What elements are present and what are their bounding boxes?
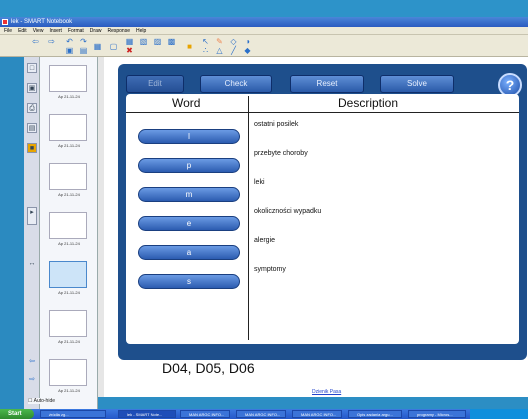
taskbar-item[interactable]: MAN ARGC INFO... — [292, 410, 342, 418]
forward-arrow-icon[interactable]: ⇨ — [46, 38, 57, 46]
select-icon[interactable]: ↖ — [200, 38, 211, 46]
thumbnail-label: Ap 21-11-24 — [58, 241, 80, 246]
taskbar-item[interactable]: MAN ARGC INFO... — [236, 410, 286, 418]
document-camera-icon[interactable]: ▨ — [152, 38, 163, 46]
capture-icon[interactable]: ▧ — [138, 38, 149, 46]
start-button[interactable]: Start — [0, 409, 34, 419]
word-pill-1[interactable]: l — [138, 129, 240, 144]
menu-insert[interactable]: Insert — [49, 27, 62, 34]
menu-help[interactable]: Help — [136, 27, 146, 34]
menu-file[interactable]: File — [4, 27, 12, 34]
activity-board: Edit Check Reset Solve ? Word Descriptio… — [118, 64, 527, 360]
page-thumbnail[interactable] — [49, 114, 87, 141]
paste-icon[interactable]: ▦ — [92, 43, 103, 51]
gallery-tab-icon[interactable]: ▣ — [27, 83, 37, 93]
shapes-icon[interactable]: △ — [214, 47, 225, 55]
desktop-left-strip — [0, 57, 24, 409]
system-tray — [470, 409, 528, 419]
auto-hide-label: Auto-hide — [33, 398, 56, 404]
taskbar-item[interactable]: Opis zadania argu... — [348, 410, 402, 418]
taskbar-item[interactable]: programy - Micros... — [408, 410, 466, 418]
collapse-handle[interactable]: ▸ — [27, 207, 37, 225]
redo-icon[interactable]: ↷ — [78, 38, 89, 46]
pen-icon[interactable]: ✎ — [214, 38, 225, 46]
properties-tab-icon[interactable]: ▤ — [27, 123, 37, 133]
page-thumbnail[interactable] — [49, 163, 87, 190]
taskbar-item[interactable]: źródła zg... — [40, 410, 106, 418]
description-header: Description — [338, 96, 399, 110]
fill-icon[interactable]: ◑ — [242, 38, 253, 46]
whiteboard-canvas: Edit Check Reset Solve ? Word Descriptio… — [104, 57, 528, 397]
save-icon[interactable]: ▤ — [78, 47, 89, 55]
header-divider — [126, 112, 519, 113]
page-thumbnail[interactable] — [49, 359, 87, 386]
word-pill-5[interactable]: a — [138, 245, 240, 260]
text-icon[interactable]: ◆ — [242, 47, 253, 55]
thumbnail-label: Ap 21-11-24 — [58, 143, 80, 148]
description-4: okoliczności wypadku — [254, 208, 322, 215]
gallery-icon[interactable]: ■ — [184, 43, 195, 51]
delete-icon[interactable]: ✖ — [124, 47, 135, 55]
word-header: Word — [172, 96, 201, 110]
column-divider — [248, 96, 249, 340]
screen-icon[interactable]: ▢ — [108, 43, 119, 51]
description-2: przebyte choroby — [254, 150, 308, 157]
reset-button[interactable]: Reset — [290, 75, 364, 93]
menu-format[interactable]: Format — [68, 27, 84, 34]
prev-page-icon[interactable]: ⇦ — [27, 357, 37, 367]
window-titlebar: lek - SMART Notebook — [0, 17, 528, 27]
description-6: symptomy — [254, 266, 286, 273]
word-pill-2[interactable]: p — [138, 158, 240, 173]
back-arrow-icon[interactable]: ⇦ — [30, 38, 41, 46]
page-sorter-tab-icon[interactable]: □ — [27, 63, 37, 73]
codes-text: D04, D05, D06 — [162, 360, 255, 376]
page-thumbnail[interactable] — [49, 65, 87, 92]
eraser-icon[interactable]: ◇ — [228, 38, 239, 46]
check-button[interactable]: Check — [200, 75, 272, 93]
description-5: alergie — [254, 237, 276, 244]
edit-button[interactable]: Edit — [126, 75, 184, 93]
thumbnail-label: Ap 21-11-24 — [58, 192, 80, 197]
thumbnail-label: Ap 21-11-24 — [58, 94, 80, 99]
page-thumbnail[interactable] — [49, 212, 87, 239]
thumbnail-label: Ap 21-11-24 — [58, 388, 80, 393]
addons-tab-icon[interactable]: ■ — [27, 143, 37, 153]
undo-icon[interactable]: ↶ — [64, 38, 75, 46]
word-pill-6[interactable]: s — [138, 274, 240, 289]
taskbar-item[interactable]: MAN ARGC INFO... — [180, 410, 230, 418]
description-3: leki — [254, 179, 265, 186]
next-page-icon[interactable]: ⇨ — [27, 375, 37, 385]
window-title: lek - SMART Notebook — [11, 19, 73, 25]
match-table: Word Description l p m e a s ostatni pos… — [126, 94, 519, 344]
attachments-tab-icon[interactable]: ⎙ — [27, 103, 37, 113]
taskbar-item-active[interactable]: lek - SMART Note... — [118, 410, 176, 418]
menu-response[interactable]: Response — [107, 27, 130, 34]
page-thumbnail-selected[interactable] — [49, 261, 87, 288]
resize-arrows-icon[interactable]: ↔ — [27, 259, 37, 269]
word-pill-3[interactable]: m — [138, 187, 240, 202]
menu-view[interactable]: View — [33, 27, 44, 34]
line-icon[interactable]: ╱ — [228, 47, 239, 55]
menu-bar: File Edit View Insert Format Draw Respon… — [0, 27, 528, 35]
thumbnail-label: Ap 21-11-24 — [58, 339, 80, 344]
solve-button[interactable]: Solve — [380, 75, 454, 93]
screen-shade-icon[interactable]: ▩ — [166, 38, 177, 46]
side-tabs: □ ▣ ⎙ ▤ ■ ▸ ↔ ⇦ ⇨ — [24, 57, 40, 409]
word-pill-4[interactable]: e — [138, 216, 240, 231]
footer-link[interactable]: Dzienik Pasa — [312, 389, 341, 395]
auto-hide-checkbox[interactable]: ☐ Auto-hide — [28, 398, 56, 404]
toolbar: ⇦ ⇨ ↶ ↷ ▣ ▤ ▦ ▢ ▦ ✖ ▧ ▨ ▩ ■ ↖ ✎ ◇ ◑ ∴ △ … — [0, 35, 528, 57]
table-icon[interactable]: ▦ — [124, 38, 135, 46]
menu-edit[interactable]: Edit — [18, 27, 27, 34]
creative-pen-icon[interactable]: ∴ — [200, 47, 211, 55]
app-icon — [2, 19, 8, 25]
open-icon[interactable]: ▣ — [64, 47, 75, 55]
menu-draw[interactable]: Draw — [90, 27, 102, 34]
page-sorter: Ap 21-11-24 Ap 21-11-24 Ap 21-11-24 Ap 2… — [40, 57, 98, 409]
desktop-top-strip — [0, 0, 528, 17]
page-thumbnail[interactable] — [49, 310, 87, 337]
description-1: ostatni posilek — [254, 121, 299, 128]
thumbnail-label: Ap 21-11-24 — [58, 290, 80, 295]
